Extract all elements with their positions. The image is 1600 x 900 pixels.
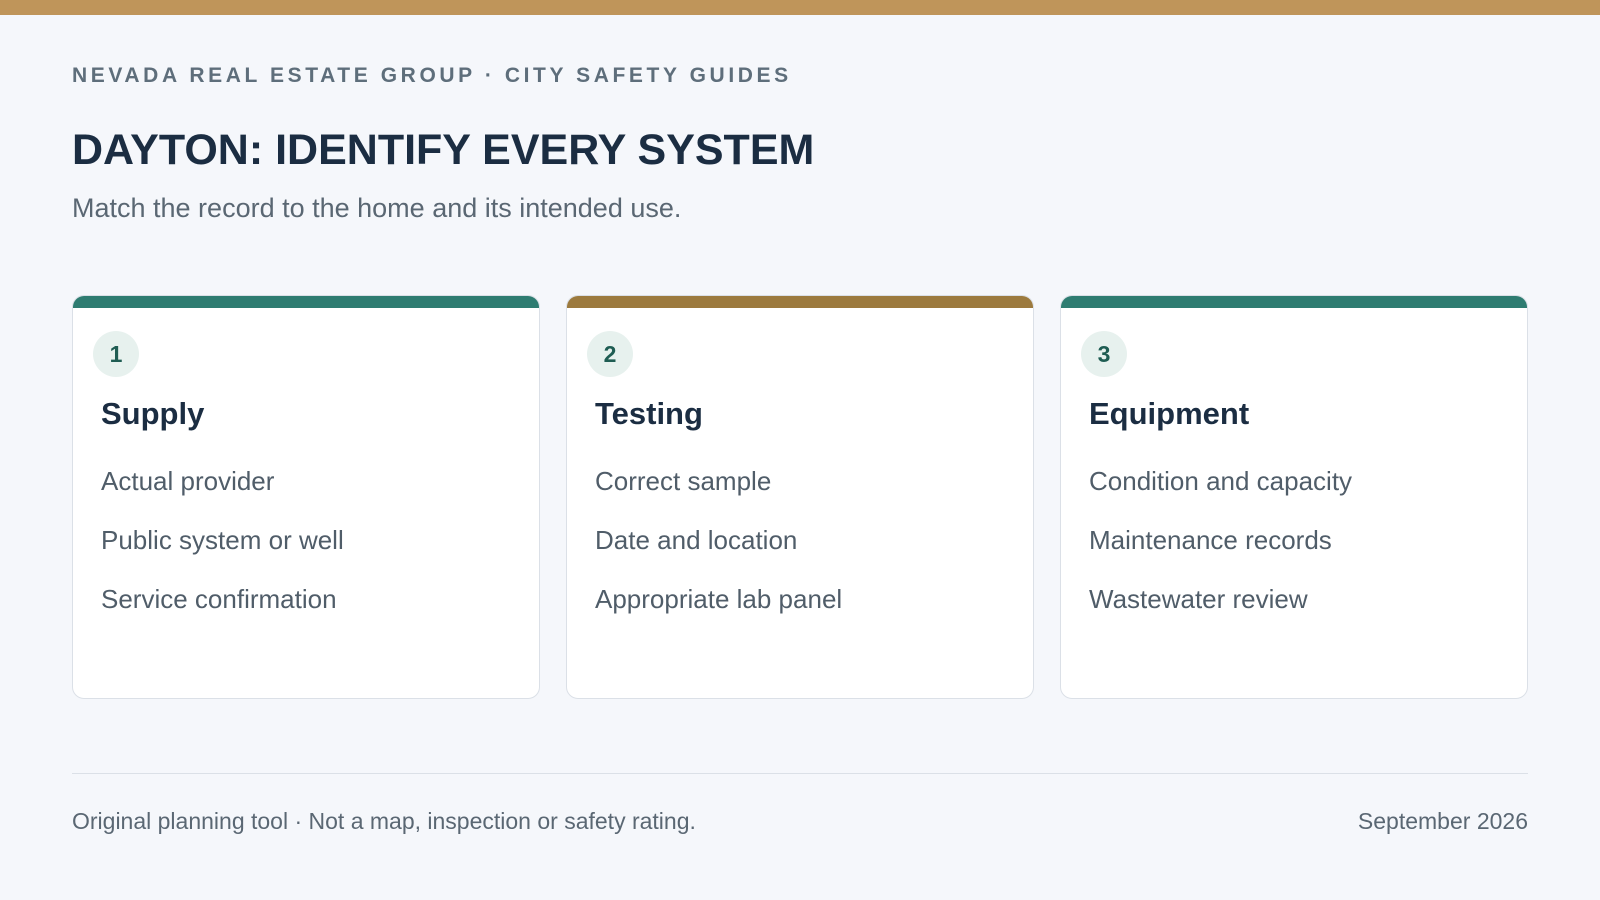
card-item: Correct sample: [595, 466, 772, 496]
top-accent-bar: [0, 0, 1600, 15]
eyebrow-label: NEVADA REAL ESTATE GROUP · CITY SAFETY G…: [72, 64, 792, 87]
card-item-list: Condition and capacity Maintenance recor…: [1089, 466, 1352, 643]
card-item: Service confirmation: [101, 584, 337, 614]
card-item: Actual provider: [101, 466, 275, 496]
card-item: Maintenance records: [1089, 525, 1332, 555]
card-number-badge: 3: [1081, 331, 1127, 377]
card-accent-bar: [1061, 296, 1527, 308]
card-item: Appropriate lab panel: [595, 584, 843, 614]
page-title: DAYTON: IDENTIFY EVERY SYSTEM: [72, 126, 815, 174]
card-testing: 2 Testing Correct sample Date and locati…: [566, 295, 1034, 699]
footer-date: September 2026: [1357, 808, 1528, 834]
card-number-badge: 2: [587, 331, 633, 377]
card-item: Public system or well: [101, 525, 344, 555]
card-item-list: Correct sample Date and location Appropr…: [595, 466, 842, 643]
card-title: Testing: [595, 396, 703, 431]
card-item: Wastewater review: [1089, 584, 1308, 614]
card-item: Condition and capacity: [1089, 466, 1353, 496]
card-title: Equipment: [1089, 396, 1250, 431]
card-accent-bar: [73, 296, 539, 308]
card-accent-bar: [567, 296, 1033, 308]
page-subtitle: Match the record to the home and its int…: [72, 193, 682, 223]
card-item-list: Actual provider Public system or well Se…: [101, 466, 344, 643]
card-equipment: 3 Equipment Condition and capacity Maint…: [1060, 295, 1528, 699]
card-title: Supply: [101, 396, 205, 431]
card-number-badge: 1: [93, 331, 139, 377]
card-supply: 1 Supply Actual provider Public system o…: [72, 295, 540, 699]
card-item: Date and location: [595, 525, 798, 555]
footer-disclaimer: Original planning tool · Not a map, insp…: [72, 808, 696, 834]
footer-divider: [72, 773, 1528, 774]
